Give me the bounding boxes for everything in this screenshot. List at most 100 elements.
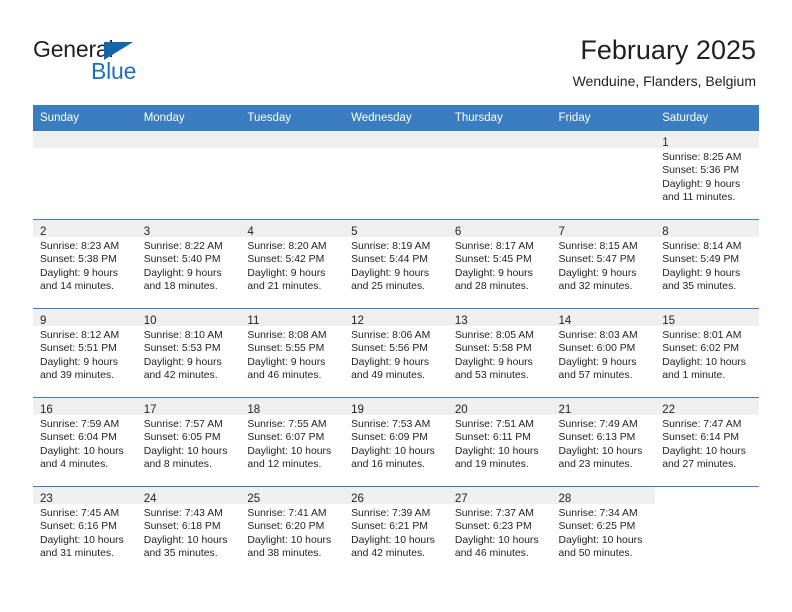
day-number: 11 xyxy=(247,315,260,327)
calendar-day[interactable]: 14 Sunrise: 8:03 AM Sunset: 6:00 PM Dayligh… xyxy=(551,308,656,397)
day-number: 24 xyxy=(143,493,157,505)
calendar-cell: 26 Sunrise: 7:39 AM Sunset: 6:21 PM Dayligh… xyxy=(344,486,448,575)
calendar-day[interactable]: 20 Sunrise: 7:51 AM Sunset: 6:11 PM Dayligh… xyxy=(447,397,552,486)
sunset-text: Sunset: 6:16 PM xyxy=(40,521,117,533)
day-number: 1 xyxy=(662,137,669,149)
day-number: 3 xyxy=(143,226,151,238)
sunrise-text: Sunrise: 7:45 AM xyxy=(40,508,120,519)
calendar-cell xyxy=(344,130,448,219)
calendar-cell xyxy=(240,130,345,219)
calendar-day[interactable]: 12 Sunrise: 8:06 AM Sunset: 5:56 PM Dayligh… xyxy=(344,308,448,397)
calendar-day[interactable]: 9 Sunrise: 8:12 AM Sunset: 5:51 PM Daylight… xyxy=(33,308,137,397)
daylight-text: Daylight: 9 hours and 53 minutes. xyxy=(454,356,533,382)
day-number-band: 13 xyxy=(447,309,552,327)
calendar-day[interactable]: 15 Sunrise: 8:01 AM Sunset: 6:02 PM Dayligh… xyxy=(655,308,759,397)
daylight-text: Daylight: 10 hours and 50 minutes. xyxy=(558,534,643,560)
calendar-cell: 5 Sunrise: 8:19 AM Sunset: 5:44 PM Daylight… xyxy=(344,219,448,308)
calendar-day[interactable]: 24 Sunrise: 7:43 AM Sunset: 6:18 PM Dayligh… xyxy=(136,486,241,575)
calendar-cell: 15 Sunrise: 8:01 AM Sunset: 6:02 PM Dayligh… xyxy=(655,308,759,397)
calendar-week-row: 1 Sunrise: 8:25 AM Sunset: 5:36 PM Daylight… xyxy=(33,130,759,219)
day-number: 12 xyxy=(351,315,364,327)
calendar-day[interactable]: 7 Sunrise: 8:15 AM Sunset: 5:47 PM Daylight… xyxy=(551,219,656,308)
daylight-text: Daylight: 9 hours and 57 minutes. xyxy=(558,356,637,382)
calendar-day[interactable]: 18 Sunrise: 7:55 AM Sunset: 6:07 PM Dayligh… xyxy=(240,397,345,486)
calendar-day[interactable]: 16 Sunrise: 7:59 AM Sunset: 6:04 PM Dayligh… xyxy=(33,397,137,486)
page-header: General Blue February 2025 Wenduine, Fla… xyxy=(0,0,792,104)
day-details: Sunrise: 8:17 AM Sunset: 5:45 PM Daylight:… xyxy=(448,237,552,294)
day-details: Sunrise: 8:23 AM Sunset: 5:38 PM Daylight:… xyxy=(33,237,137,294)
day-details: Sunrise: 7:43 AM Sunset: 6:18 PM Daylight:… xyxy=(137,504,241,561)
calendar-day[interactable]: 28 Sunrise: 7:34 AM Sunset: 6:25 PM Dayligh… xyxy=(551,486,656,575)
day-number: 15 xyxy=(662,315,676,327)
calendar-cell xyxy=(33,130,137,219)
sunrise-text: Sunrise: 8:06 AM xyxy=(351,330,431,341)
day-number: 8 xyxy=(662,226,669,238)
day-number: 6 xyxy=(454,226,462,238)
calendar-page: General Blue February 2025 Wenduine, Fla… xyxy=(0,0,792,612)
calendar-day[interactable]: 21 Sunrise: 7:49 AM Sunset: 6:13 PM Dayligh… xyxy=(551,397,656,486)
daylight-text: Daylight: 10 hours and 31 minutes. xyxy=(40,534,124,560)
daylight-text: Daylight: 9 hours and 35 minutes. xyxy=(662,267,741,293)
day-details: Sunrise: 7:53 AM Sunset: 6:09 PM Daylight:… xyxy=(344,415,448,472)
calendar-cell: 2 Sunrise: 8:23 AM Sunset: 5:38 PM Daylight… xyxy=(33,219,137,308)
calendar-day[interactable]: 8 Sunrise: 8:14 AM Sunset: 5:49 PM Daylight… xyxy=(655,219,759,308)
day-details: Sunrise: 8:25 AM Sunset: 5:36 PM Daylight:… xyxy=(655,148,759,205)
weekday-header-row: Sunday Monday Tuesday Wednesday Thursday… xyxy=(33,105,759,130)
calendar-cell: 17 Sunrise: 7:57 AM Sunset: 6:05 PM Dayligh… xyxy=(136,397,241,486)
sunset-text: Sunset: 5:36 PM xyxy=(662,165,740,177)
sunset-text: Sunset: 5:47 PM xyxy=(558,254,636,266)
calendar-day[interactable]: 25 Sunrise: 7:41 AM Sunset: 6:20 PM Dayligh… xyxy=(240,486,345,575)
sunrise-text: Sunrise: 7:49 AM xyxy=(558,419,638,430)
calendar-cell: 7 Sunrise: 8:15 AM Sunset: 5:47 PM Daylight… xyxy=(551,219,656,308)
sunset-text: Sunset: 6:09 PM xyxy=(351,432,428,444)
sunset-text: Sunset: 5:44 PM xyxy=(351,254,428,266)
calendar-day[interactable]: 10 Sunrise: 8:10 AM Sunset: 5:53 PM Dayligh… xyxy=(136,308,241,397)
sunset-text: Sunset: 6:04 PM xyxy=(40,432,117,444)
calendar-day[interactable]: 6 Sunrise: 8:17 AM Sunset: 5:45 PM Daylight… xyxy=(447,219,552,308)
sunrise-text: Sunrise: 8:23 AM xyxy=(40,241,120,252)
calendar-day[interactable]: 26 Sunrise: 7:39 AM Sunset: 6:21 PM Dayligh… xyxy=(344,486,448,575)
calendar-day[interactable]: 23 Sunrise: 7:45 AM Sunset: 6:16 PM Dayligh… xyxy=(33,486,137,575)
daylight-text: Daylight: 10 hours and 8 minutes. xyxy=(143,445,228,471)
day-number-band: 16 xyxy=(33,398,137,416)
day-number-band: 26 xyxy=(344,487,448,505)
daylight-text: Daylight: 9 hours and 25 minutes. xyxy=(351,267,430,293)
daylight-text: Daylight: 9 hours and 42 minutes. xyxy=(143,356,222,382)
calendar-cell: 19 Sunrise: 7:53 AM Sunset: 6:09 PM Dayligh… xyxy=(344,397,448,486)
calendar-day[interactable]: 27 Sunrise: 7:37 AM Sunset: 6:23 PM Dayligh… xyxy=(447,486,552,575)
day-details: Sunrise: 8:06 AM Sunset: 5:56 PM Daylight:… xyxy=(344,326,448,383)
calendar-day[interactable]: 4 Sunrise: 8:20 AM Sunset: 5:42 PM Daylight… xyxy=(240,219,345,308)
day-number: 9 xyxy=(40,315,47,327)
day-number: 22 xyxy=(662,404,676,416)
sunrise-text: Sunrise: 7:47 AM xyxy=(662,419,742,430)
calendar-cell xyxy=(551,130,656,219)
calendar-day[interactable]: 19 Sunrise: 7:53 AM Sunset: 6:09 PM Dayligh… xyxy=(344,397,448,486)
sunset-text: Sunset: 6:05 PM xyxy=(143,432,221,444)
calendar-day[interactable]: 17 Sunrise: 7:57 AM Sunset: 6:05 PM Dayligh… xyxy=(136,397,241,486)
sunrise-text: Sunrise: 8:12 AM xyxy=(40,330,120,341)
calendar-day[interactable]: 3 Sunrise: 8:22 AM Sunset: 5:40 PM Daylight… xyxy=(136,219,241,308)
calendar-day[interactable]: 13 Sunrise: 8:05 AM Sunset: 5:58 PM Dayligh… xyxy=(447,308,552,397)
calendar-day[interactable]: 11 Sunrise: 8:08 AM Sunset: 5:55 PM Dayligh… xyxy=(240,308,345,397)
day-number-band: 7 xyxy=(551,220,656,238)
sunset-text: Sunset: 6:14 PM xyxy=(662,432,740,444)
day-number-band: 20 xyxy=(447,398,552,416)
calendar-body: 1 Sunrise: 8:25 AM Sunset: 5:36 PM Daylight… xyxy=(33,130,759,575)
daylight-text: Daylight: 10 hours and 38 minutes. xyxy=(247,534,332,560)
day-number-band xyxy=(551,131,656,148)
day-details: Sunrise: 8:15 AM Sunset: 5:47 PM Daylight:… xyxy=(552,237,656,294)
calendar-day[interactable]: 1 Sunrise: 8:25 AM Sunset: 5:36 PM Daylight… xyxy=(655,130,759,219)
day-number-band: 6 xyxy=(447,220,552,238)
day-details: Sunrise: 8:05 AM Sunset: 5:58 PM Daylight:… xyxy=(448,326,552,383)
sunrise-text: Sunrise: 7:59 AM xyxy=(40,419,120,430)
calendar-day[interactable]: 2 Sunrise: 8:23 AM Sunset: 5:38 PM Daylight… xyxy=(33,219,137,308)
sunrise-text: Sunrise: 8:08 AM xyxy=(247,330,327,341)
daylight-text: Daylight: 10 hours and 4 minutes. xyxy=(40,445,124,471)
calendar-day[interactable]: 22 Sunrise: 7:47 AM Sunset: 6:14 PM Dayligh… xyxy=(655,397,759,486)
general-blue-logo[interactable]: General Blue xyxy=(33,36,213,88)
day-number-band: 17 xyxy=(136,398,241,416)
calendar-day[interactable]: 5 Sunrise: 8:19 AM Sunset: 5:44 PM Daylight… xyxy=(344,219,448,308)
daylight-text: Daylight: 10 hours and 16 minutes. xyxy=(351,445,435,471)
title-block: February 2025 Wenduine, Flanders, Belgiu… xyxy=(573,34,756,90)
weekday-header-friday: Friday xyxy=(551,105,656,130)
